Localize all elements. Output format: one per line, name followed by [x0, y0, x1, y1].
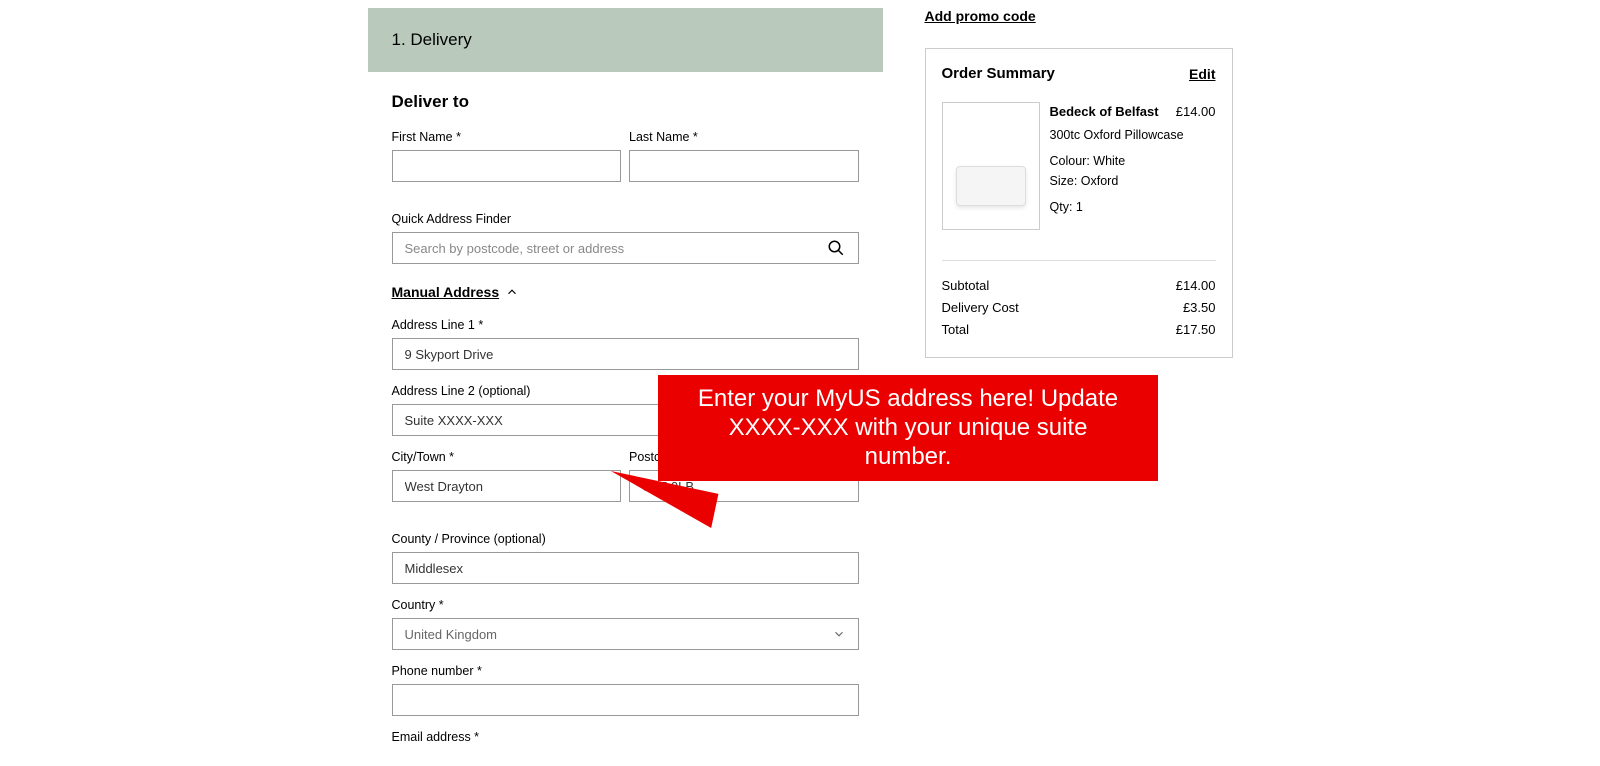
add-promo-link[interactable]: Add promo code	[925, 8, 1036, 24]
country-value: United Kingdom	[405, 627, 498, 642]
order-summary-box: Order Summary Edit Bedeck of Belfast 300…	[925, 48, 1233, 358]
totals: Subtotal £14.00 Delivery Cost £3.50 Tota…	[942, 275, 1216, 341]
last-name-label: Last Name *	[629, 130, 859, 144]
product-qty: Qty: 1	[1050, 197, 1216, 217]
quick-address-label: Quick Address Finder	[392, 212, 859, 226]
address-line-1-input[interactable]	[392, 338, 859, 370]
manual-address-label: Manual Address	[392, 284, 500, 300]
county-input[interactable]	[392, 552, 859, 584]
deliver-to-heading: Deliver to	[392, 92, 859, 112]
last-name-input[interactable]	[629, 150, 859, 182]
city-input[interactable]	[392, 470, 622, 502]
phone-input[interactable]	[392, 684, 859, 716]
edit-link[interactable]: Edit	[1189, 66, 1215, 82]
email-label: Email address *	[392, 730, 859, 744]
subtotal-label: Subtotal	[942, 275, 990, 297]
county-label: County / Province (optional)	[392, 532, 859, 546]
product-name: 300tc Oxford Pillowcase	[1050, 125, 1216, 145]
step-title: 1. Delivery	[392, 30, 472, 49]
callout-text: Enter your MyUS address here! Update XXX…	[688, 385, 1128, 471]
delivery-label: Delivery Cost	[942, 297, 1019, 319]
instruction-callout: Enter your MyUS address here! Update XXX…	[658, 375, 1158, 481]
product-colour: Colour: White	[1050, 151, 1216, 171]
delivery-value: £3.50	[1183, 297, 1216, 319]
product-image	[942, 102, 1040, 230]
country-select[interactable]: United Kingdom	[392, 618, 859, 650]
chevron-up-icon	[505, 285, 519, 299]
first-name-input[interactable]	[392, 150, 622, 182]
pillow-icon	[956, 166, 1026, 206]
city-label: City/Town *	[392, 450, 622, 464]
summary-title: Order Summary	[942, 65, 1055, 82]
total-label: Total	[942, 319, 969, 341]
first-name-label: First Name *	[392, 130, 622, 144]
subtotal-value: £14.00	[1176, 275, 1216, 297]
manual-address-toggle[interactable]: Manual Address	[392, 284, 520, 300]
product-price: £14.00	[1176, 102, 1216, 123]
total-value: £17.50	[1176, 319, 1216, 341]
product-row: Bedeck of Belfast 300tc Oxford Pillowcas…	[942, 102, 1216, 261]
product-size: Size: Oxford	[1050, 171, 1216, 191]
address-line-1-label: Address Line 1 *	[392, 318, 859, 332]
delivery-step-header: 1. Delivery	[368, 8, 883, 72]
phone-label: Phone number *	[392, 664, 859, 678]
country-label: Country *	[392, 598, 859, 612]
chevron-down-icon	[832, 627, 846, 641]
quick-address-input[interactable]	[392, 232, 859, 264]
